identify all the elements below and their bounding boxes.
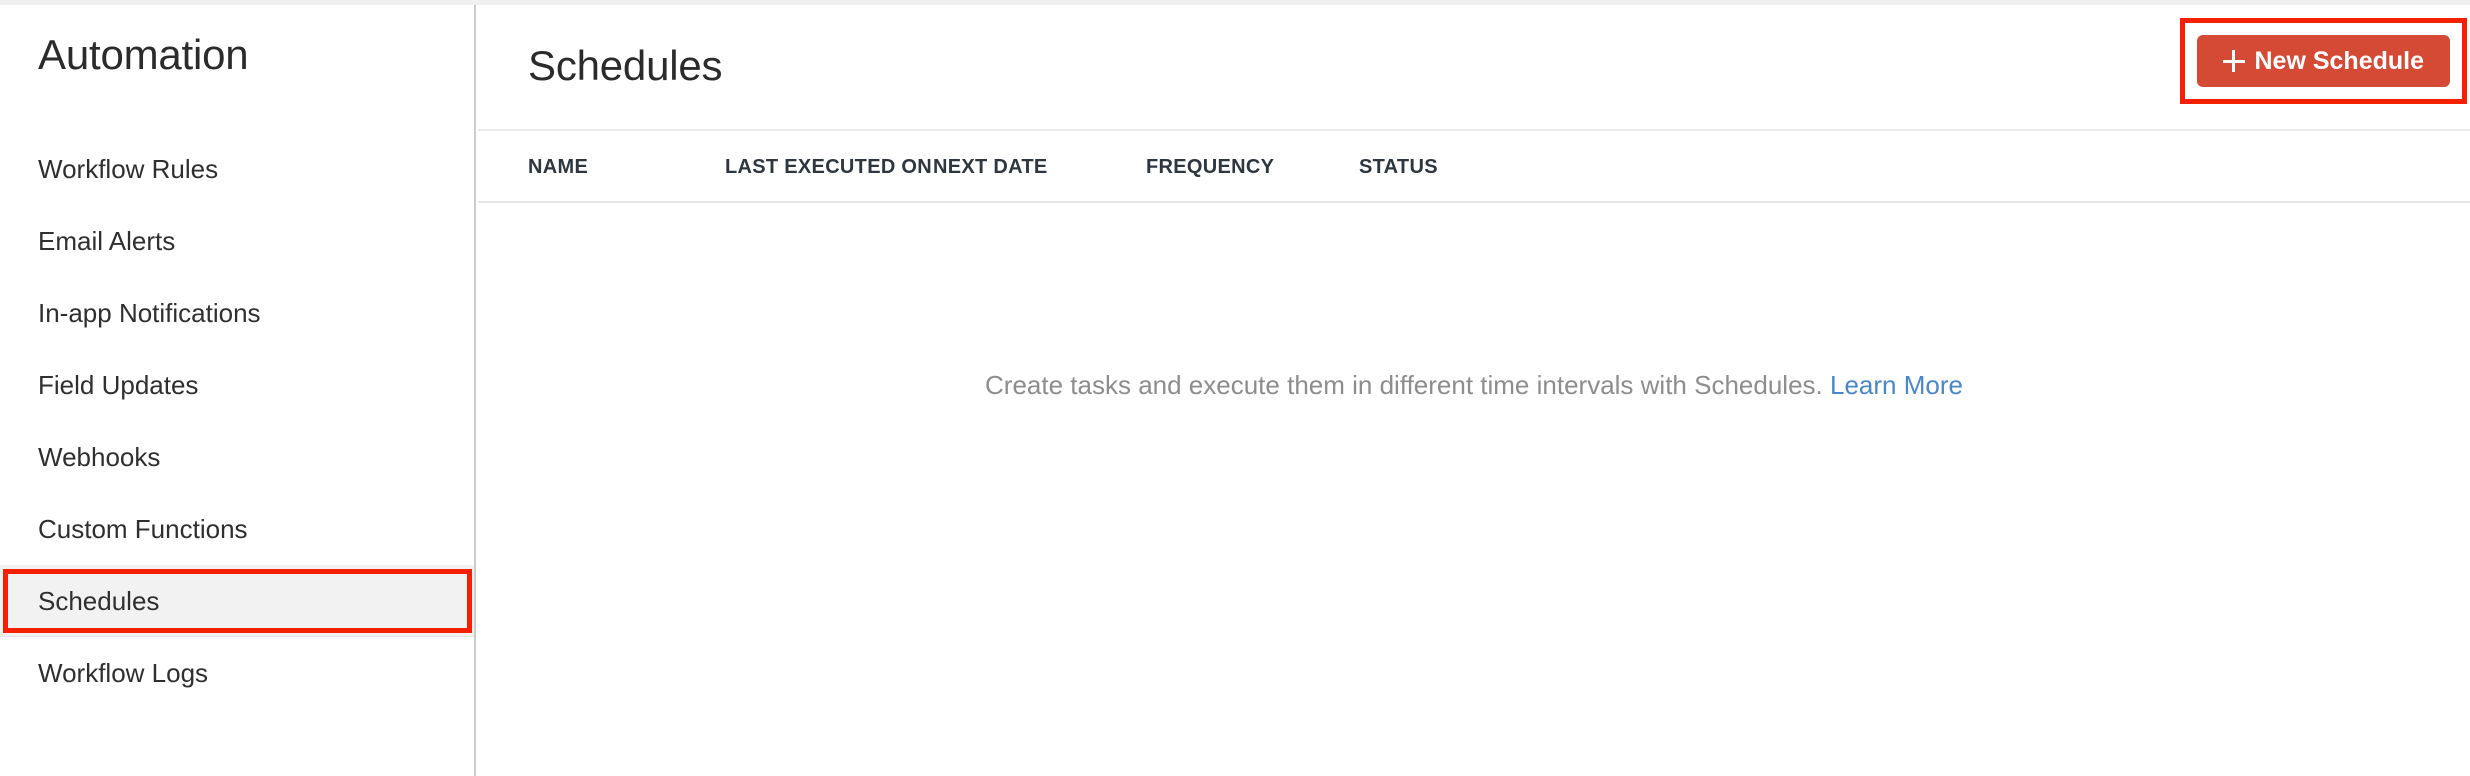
sidebar-item-workflow-rules[interactable]: Workflow Rules (0, 133, 474, 205)
column-header-next-date[interactable]: NEXT DATE (933, 156, 1048, 179)
sidebar-item-custom-functions[interactable]: Custom Functions (0, 493, 474, 565)
sidebar-item-label: Workflow Logs (38, 657, 209, 688)
plus-icon (2222, 50, 2245, 72)
sidebar-item-in-app-notifications[interactable]: In-app Notifications (0, 277, 474, 349)
sidebar-item-label: Workflow Rules (38, 153, 219, 184)
sidebar-item-field-updates[interactable]: Field Updates (0, 349, 474, 421)
page-title: Schedules (528, 42, 723, 89)
sidebar-item-webhooks[interactable]: Webhooks (0, 421, 474, 493)
sidebar-item-label: Field Updates (38, 369, 199, 400)
empty-state: Create tasks and execute them in differe… (478, 370, 2470, 401)
new-schedule-button[interactable]: New Schedule (2196, 35, 2450, 87)
sidebar-nav: Workflow Rules Email Alerts In-app Notif… (0, 133, 474, 709)
app-root: Automation Workflow Rules Email Alerts I… (0, 0, 2470, 776)
sidebar-item-label: Webhooks (38, 441, 161, 472)
sidebar: Automation Workflow Rules Email Alerts I… (0, 5, 476, 776)
schedules-table-body: Create tasks and execute them in differe… (478, 203, 2470, 772)
column-header-name[interactable]: NAME (528, 156, 588, 179)
new-schedule-highlight-box: New Schedule (2179, 18, 2467, 104)
sidebar-item-label: Email Alerts (38, 225, 176, 256)
column-header-status[interactable]: STATUS (1359, 156, 1438, 179)
schedules-table-header: NAME LAST EXECUTED ON NEXT DATE FREQUENC… (478, 131, 2470, 203)
empty-state-message: Create tasks and execute them in differe… (985, 370, 1823, 400)
page-header: Schedules New Schedule (478, 5, 2470, 131)
sidebar-item-workflow-logs[interactable]: Workflow Logs (0, 637, 474, 709)
sidebar-title: Automation (38, 31, 249, 78)
new-schedule-button-label: New Schedule (2254, 46, 2425, 75)
sidebar-item-email-alerts[interactable]: Email Alerts (0, 205, 474, 277)
sidebar-item-label: Schedules (38, 585, 160, 616)
column-header-frequency[interactable]: FREQUENCY (1146, 156, 1274, 179)
learn-more-link[interactable]: Learn More (1830, 370, 1963, 400)
main-content: Schedules New Schedule NAME LAST EXECUTE… (478, 5, 2470, 776)
sidebar-item-schedules[interactable]: Schedules (0, 565, 474, 637)
column-header-last-executed-on[interactable]: LAST EXECUTED ON (725, 156, 932, 179)
sidebar-item-label: In-app Notifications (38, 297, 261, 328)
sidebar-item-label: Custom Functions (38, 513, 248, 544)
